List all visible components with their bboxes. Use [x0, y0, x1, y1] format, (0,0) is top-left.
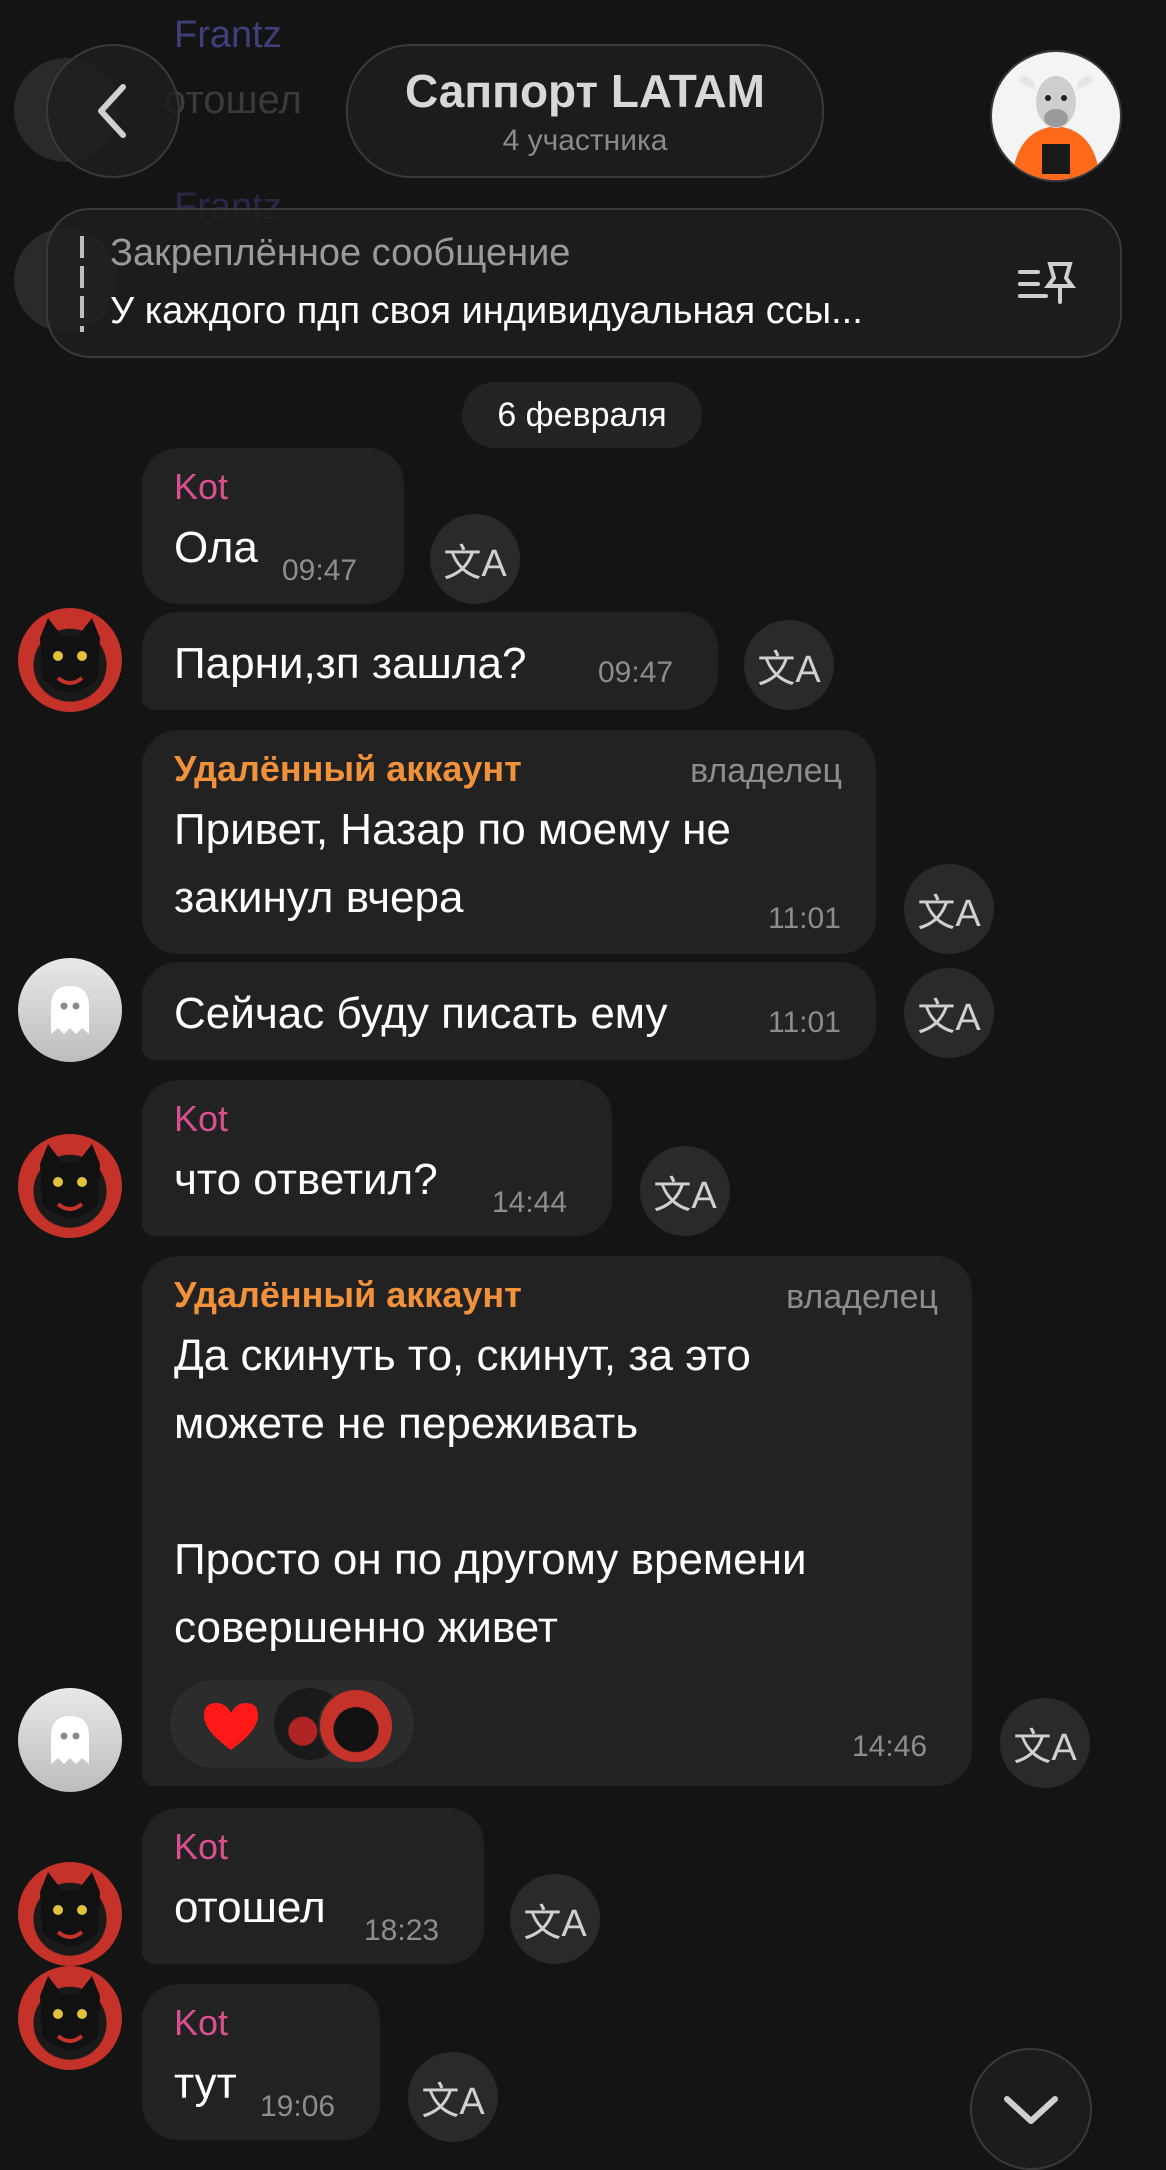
reaction-pill[interactable]: [170, 1680, 414, 1768]
message-text: Сейчас буду писать ему: [174, 989, 668, 1038]
message-time: 09:47: [598, 656, 674, 689]
chat-avatar[interactable]: [990, 50, 1122, 182]
ghost-icon: [51, 1716, 89, 1764]
translate-button[interactable]: 文A: [744, 620, 834, 710]
message-text: Да скинуть то, скинут, за это можете не …: [174, 1331, 807, 1652]
sender-avatar-kot[interactable]: [18, 1134, 122, 1238]
translate-button[interactable]: 文A: [904, 864, 994, 954]
message-time: 09:47: [282, 554, 358, 587]
translate-icon: 文A: [653, 1174, 717, 1217]
message-bubble[interactable]: Парни,зп зашла? 09:47: [142, 612, 718, 710]
translate-icon: 文A: [421, 2080, 485, 2123]
sender-avatar-deleted[interactable]: [18, 1688, 122, 1792]
sender-avatar-deleted[interactable]: [18, 958, 122, 1062]
chat-title: Саппорт LATAM: [405, 65, 765, 117]
message-time: 18:23: [364, 1914, 440, 1947]
chevron-down-icon: [1004, 2096, 1058, 2124]
sender-name: Kot: [174, 466, 229, 507]
translate-icon: 文A: [917, 892, 981, 935]
sender-name: Kot: [174, 2002, 229, 2043]
message-time: 14:46: [852, 1730, 928, 1763]
pin-list-icon[interactable]: [1016, 258, 1080, 308]
translate-button[interactable]: 文A: [510, 1874, 600, 1964]
translate-icon: 文A: [523, 1902, 587, 1945]
message-time: 11:01: [768, 902, 841, 935]
translate-button[interactable]: 文A: [408, 2052, 498, 2142]
date-separator: 6 февраля: [462, 382, 702, 448]
scroll-to-bottom-button[interactable]: [970, 2048, 1092, 2170]
translate-icon: 文A: [443, 542, 507, 585]
message-bubble[interactable]: Kot что ответил? 14:44: [142, 1080, 612, 1236]
pinned-heading: Закреплённое сообщение: [110, 232, 571, 274]
translate-button[interactable]: 文A: [904, 968, 994, 1058]
sender-name: Kot: [174, 1098, 229, 1139]
message-bubble[interactable]: Удалённый аккаунт владелец Привет, Назар…: [142, 730, 876, 954]
translate-icon: 文A: [757, 648, 821, 691]
translate-button[interactable]: 文A: [640, 1146, 730, 1236]
sender-avatar-kot[interactable]: [18, 608, 122, 712]
reactor-avatar: [318, 1688, 394, 1764]
message-time: 19:06: [260, 2090, 336, 2123]
translate-icon: 文A: [1013, 1726, 1077, 1769]
background-sender-name: Frantz: [174, 14, 282, 56]
heart-icon: [204, 1703, 258, 1750]
translate-icon: 文A: [917, 996, 981, 1039]
message-time: 11:01: [768, 1006, 841, 1039]
chat-title-pill[interactable]: Саппорт LATAM 4 участника: [346, 44, 824, 178]
pinned-text: У каждого пдп своя индивидуальная ссы...: [110, 290, 863, 332]
sender-name: Kot: [174, 1826, 229, 1867]
message-text: Привет, Назар по моему не закинул вчера: [174, 805, 731, 922]
sender-avatar-kot[interactable]: [18, 1966, 122, 2070]
message-bubble[interactable]: Kot Ола 09:47: [142, 448, 404, 604]
message-time: 14:44: [492, 1186, 568, 1219]
message-bubble[interactable]: Сейчас буду писать ему 11:01: [142, 962, 876, 1060]
sender-avatar-kot[interactable]: [18, 1862, 122, 1966]
sender-role-badge: владелец: [786, 1278, 938, 1316]
translate-button[interactable]: 文A: [430, 514, 520, 604]
pinned-indicator: [80, 236, 84, 332]
message-bubble[interactable]: Kot тут 19:06: [142, 1984, 380, 2140]
pinned-message-bar[interactable]: Закреплённое сообщение У каждого пдп сво…: [46, 208, 1122, 358]
translate-button[interactable]: 文A: [1000, 1698, 1090, 1788]
back-button[interactable]: [46, 44, 180, 178]
sender-role-badge: владелец: [690, 752, 842, 790]
back-chevron-icon: [98, 84, 126, 138]
message-bubble[interactable]: Kot отошел 18:23: [142, 1808, 484, 1964]
background-message-text: отошел: [164, 78, 302, 122]
chat-member-count: 4 участника: [502, 124, 668, 157]
ghost-icon: [51, 986, 89, 1034]
